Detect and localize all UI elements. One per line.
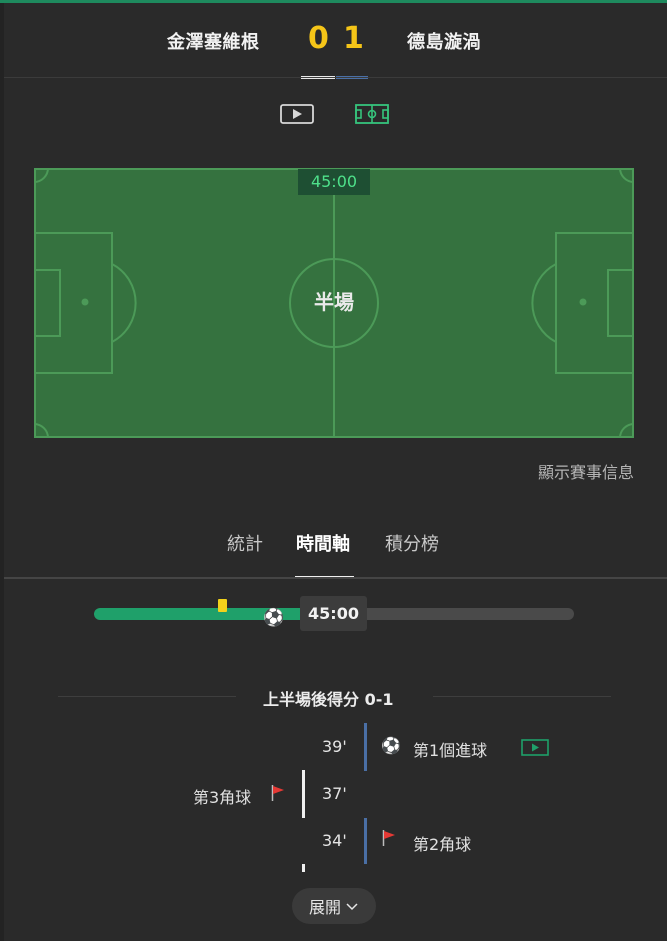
- pitch-icon: [354, 104, 389, 124]
- yellow-card-icon[interactable]: [218, 599, 227, 612]
- match-status: 半場: [314, 290, 354, 314]
- video-play-icon: [279, 104, 314, 124]
- match-pitch: 45:00 半場: [34, 168, 634, 438]
- event-label: 第3角球: [193, 788, 252, 807]
- corner-flag-icon: [271, 785, 285, 801]
- tab-stats[interactable]: 統計: [227, 530, 263, 556]
- event-minute: 34': [322, 831, 347, 850]
- event-label: 第1個進球: [413, 741, 488, 760]
- soccer-ball-icon[interactable]: ⚽: [263, 610, 284, 627]
- match-progress-fill: [94, 608, 334, 620]
- progress-time-label: 45:00: [300, 596, 367, 631]
- soccer-ball-icon: ⚽: [381, 736, 401, 755]
- home-score: 0: [308, 21, 329, 56]
- goal-video-button[interactable]: [521, 739, 549, 756]
- away-team-name[interactable]: 德島漩渦: [407, 28, 481, 54]
- match-clock: 45:00: [298, 169, 370, 195]
- home-event-marker: [302, 864, 305, 872]
- scoreboard: 金澤塞維根 0 1 德島漩渦: [4, 3, 667, 79]
- away-event-marker: [364, 723, 367, 771]
- event-label: 第2角球: [413, 835, 472, 854]
- pitch-view-button[interactable]: [354, 103, 389, 125]
- tab-timeline[interactable]: 時間軸: [296, 530, 350, 556]
- section-divider-right: [433, 696, 611, 697]
- tabs-divider: [4, 577, 667, 579]
- video-play-icon: [521, 739, 549, 756]
- corner-flag-icon: [382, 830, 396, 846]
- tab-bar: 統計 時間軸 積分榜: [4, 526, 667, 579]
- left-edge: [0, 3, 4, 941]
- tab-standings[interactable]: 積分榜: [385, 530, 439, 556]
- event-minute: 39': [322, 737, 347, 756]
- home-team-name[interactable]: 金澤塞維根: [167, 28, 260, 54]
- section-divider-left: [58, 696, 236, 697]
- video-view-button[interactable]: [279, 103, 314, 125]
- expand-button[interactable]: 展開: [292, 888, 376, 924]
- chevron-down-icon: [346, 903, 358, 911]
- expand-label: 展開: [308, 898, 341, 917]
- half-time-score-heading: 上半場後得分 0-1: [263, 690, 394, 709]
- away-score: 1: [343, 21, 364, 56]
- home-event-marker: [302, 770, 305, 818]
- header-divider: [4, 77, 667, 78]
- event-minute: 37': [322, 784, 347, 803]
- away-event-marker: [364, 818, 367, 864]
- show-match-info-link[interactable]: 顯示賽事信息: [538, 459, 634, 483]
